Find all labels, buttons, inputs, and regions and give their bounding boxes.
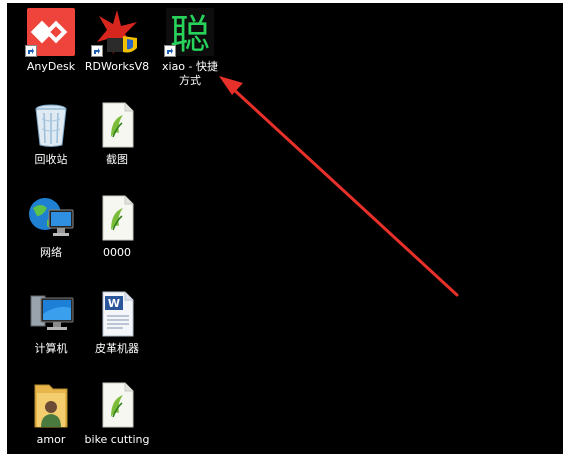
red-arrow-annotation <box>219 76 459 297</box>
desktop-area[interactable]: AnyDesk RDWorksV8 聪 xiao - 快捷方式 回收站 截图 网… <box>7 3 563 454</box>
